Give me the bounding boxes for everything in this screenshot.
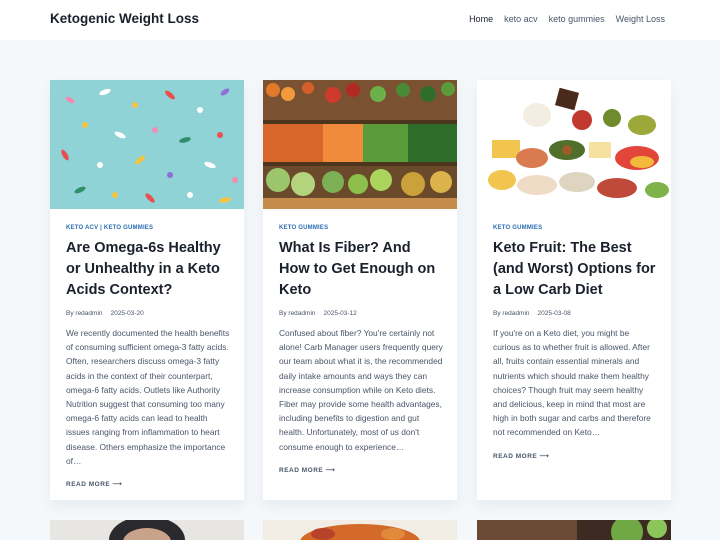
read-more-label: READ MORE (66, 481, 111, 489)
post-meta: By redadmin 2025-03-08 (493, 310, 657, 317)
post-title[interactable]: Are Omega-6s Healthy or Unhealthy in a K… (66, 238, 230, 301)
post-thumbnail-dish[interactable] (263, 520, 457, 540)
post-thumbnail-vegetables[interactable] (263, 80, 457, 209)
post-meta: By redadmin 2025-03-20 (66, 310, 230, 317)
read-more-link[interactable]: READ MORE ⟶ (66, 480, 230, 488)
post-thumbnail-portrait[interactable] (50, 520, 244, 540)
pills-image (50, 80, 244, 209)
post-title[interactable]: Keto Fruit: The Best (and Worst) Options… (493, 238, 657, 301)
read-more-link[interactable]: READ MORE ⟶ (493, 452, 657, 460)
read-more-label: READ MORE (493, 452, 538, 460)
portrait-image (50, 520, 244, 540)
author-prefix: By (66, 310, 74, 317)
post-date: 2025-03-12 (323, 310, 357, 317)
author-link[interactable]: redadmin (502, 310, 529, 317)
nav-item-home[interactable]: Home (469, 14, 493, 24)
site-header: Ketogenic Weight Loss Home keto acv keto… (0, 0, 720, 40)
author-prefix: By (279, 310, 287, 317)
author-byline: By redadmin (493, 310, 530, 317)
post-card: KETO GUMMIES Keto Fruit: The Best (and W… (477, 80, 671, 500)
arrow-right-icon: ⟶ (325, 466, 336, 474)
dish-image (263, 520, 457, 540)
vegetables-image (263, 80, 457, 209)
post-date: 2025-03-08 (537, 310, 571, 317)
post-thumbnail-keto-foods[interactable] (477, 80, 671, 209)
category-separator: | (100, 225, 103, 231)
nav-item-keto-acv[interactable]: keto acv (504, 14, 538, 24)
post-date: 2025-03-20 (110, 310, 144, 317)
primary-nav: Home keto acv keto gummies Weight Loss (469, 14, 665, 24)
category-link-keto-gummies[interactable]: KETO GUMMIES (279, 225, 328, 231)
site-title[interactable]: Ketogenic Weight Loss (50, 11, 199, 26)
category-link-keto-gummies[interactable]: KETO GUMMIES (104, 225, 153, 231)
post-thumbnail-meat-salad[interactable] (477, 520, 671, 540)
post-categories: KETO GUMMIES (493, 225, 657, 231)
arrow-right-icon: ⟶ (539, 452, 550, 460)
keto-foods-image (477, 80, 671, 209)
meat-salad-image (477, 520, 671, 540)
category-link-keto-acv[interactable]: KETO ACV (66, 225, 98, 231)
author-link[interactable]: redadmin (288, 310, 315, 317)
author-byline: By redadmin (66, 310, 103, 317)
author-link[interactable]: redadmin (75, 310, 102, 317)
post-categories: KETO GUMMIES (279, 225, 443, 231)
nav-item-weight-loss[interactable]: Weight Loss (616, 14, 665, 24)
post-excerpt: If you're on a Keto diet, you might be c… (493, 328, 651, 438)
author-byline: By redadmin (279, 310, 316, 317)
read-more-label: READ MORE (279, 466, 324, 474)
post-categories: KETO ACV | KETO GUMMIES (66, 225, 230, 231)
post-card: KETO ACV | KETO GUMMIES Are Omega-6s Hea… (50, 80, 244, 500)
post-card: KETO GUMMIES What Is Fiber? And How to G… (263, 80, 457, 500)
post-excerpt: We recently documented the health benefi… (66, 328, 230, 466)
post-thumbnail-pills[interactable] (50, 80, 244, 209)
post-title[interactable]: What Is Fiber? And How to Get Enough on … (279, 238, 443, 301)
read-more-link[interactable]: READ MORE ⟶ (279, 466, 443, 474)
author-prefix: By (493, 310, 501, 317)
nav-item-keto-gummies[interactable]: keto gummies (549, 14, 605, 24)
post-meta: By redadmin 2025-03-12 (279, 310, 443, 317)
category-link-keto-gummies[interactable]: KETO GUMMIES (493, 225, 542, 231)
arrow-right-icon: ⟶ (112, 481, 123, 489)
post-excerpt: Confused about fiber? You're certainly n… (279, 328, 443, 452)
